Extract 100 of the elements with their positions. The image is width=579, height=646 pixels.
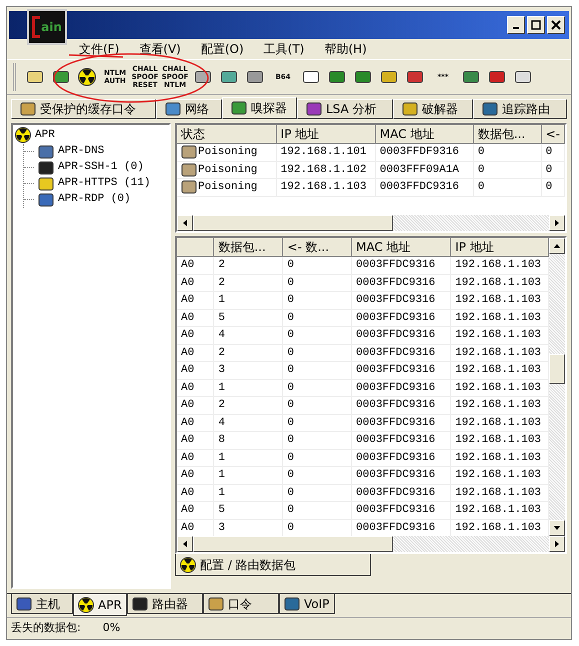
tree-item[interactable]: APR-RDP (0) (58, 191, 131, 208)
column-header[interactable]: 数据包... (214, 238, 283, 256)
table-cell: 0003FFDC9316 (352, 256, 451, 274)
scroll-arrow-button[interactable] (549, 536, 565, 552)
arrow-icon (181, 540, 189, 548)
table-cell: 0 (282, 256, 352, 274)
tree-item-icon (38, 176, 54, 190)
scrollbar-thumb[interactable] (193, 215, 393, 231)
table-cell: 0 (541, 161, 564, 178)
table-cell: 0003FFDC9316 (352, 396, 451, 414)
status-text: Poisoning (198, 180, 258, 195)
table-cell: A0 (177, 256, 214, 274)
tree-item[interactable]: APR-SSH-1 (0) (58, 159, 144, 176)
tab[interactable]: APR (73, 594, 127, 616)
menu-item[interactable]: 文件(F) (75, 40, 124, 58)
table-cell: 3 (214, 362, 283, 379)
scrollbar-thumb[interactable] (193, 536, 393, 552)
arrow-icon (181, 219, 189, 227)
tab-icon (231, 101, 247, 115)
scroll-arrow-button[interactable] (549, 238, 565, 254)
table-cell: 1 (214, 379, 283, 396)
table-cell: 0003FFDC9316 (352, 432, 451, 449)
tab[interactable]: 路由器 (127, 594, 203, 614)
column-header[interactable]: IP 地址 (450, 238, 548, 256)
column-header[interactable]: 数据包... (473, 125, 542, 144)
menu-item[interactable]: 查看(V) (135, 40, 185, 58)
table-cell: 0 (282, 379, 352, 396)
table-cell: 0 (282, 274, 352, 292)
table-cell: 5 (214, 502, 283, 519)
table-cell: 192.168.1.103 (450, 432, 548, 449)
tab-icon (306, 102, 322, 116)
table-cell: 0003FFDC9316 (352, 502, 451, 519)
scroll-arrow-button[interactable] (549, 215, 565, 231)
table-cell: A0 (177, 379, 214, 396)
tree-item[interactable]: APR-HTTPS (11) (58, 175, 150, 192)
table-cell: 0003FFDC9316 (352, 292, 451, 309)
table-cell: A0 (177, 274, 214, 292)
tab-icon (402, 102, 418, 116)
column-header[interactable]: MAC 地址 (352, 238, 451, 256)
tree-item[interactable]: APR (35, 127, 55, 144)
table-cell: 0003FFDC9316 (352, 309, 451, 326)
table-cell: 0003FFDC9316 (352, 466, 451, 484)
table-cell: A0 (177, 292, 214, 309)
tree-item-icon (38, 144, 54, 158)
tab[interactable]: 追踪路由 (473, 99, 567, 119)
table-cell: 0 (282, 326, 352, 344)
table-cell: 0003FFDC9316 (352, 274, 451, 292)
table-cell: 192.168.1.103 (450, 396, 548, 414)
table-cell: A0 (177, 484, 214, 502)
table-cell: 0003FFDC9316 (352, 449, 451, 466)
status-value: 0% (102, 620, 120, 636)
table-cell: 0 (282, 362, 352, 379)
minimize-button[interactable] (507, 16, 525, 34)
table-cell: 0003FFDC9316 (352, 379, 451, 396)
table-cell: 192.168.1.103 (450, 344, 548, 362)
scroll-arrow-button[interactable] (177, 536, 193, 552)
table-cell: 192.168.1.103 (450, 449, 548, 466)
table-cell: A0 (177, 449, 214, 466)
scroll-arrow-button[interactable] (549, 520, 565, 536)
table-cell: 192.168.1.103 (450, 309, 548, 326)
tab[interactable]: 破解器 (393, 99, 473, 119)
tab[interactable]: 口令 (203, 594, 279, 614)
table-cell: 192.168.1.103 (450, 326, 548, 344)
column-header[interactable]: MAC 地址 (375, 125, 474, 144)
app-logo: ain (27, 9, 67, 45)
column-header[interactable]: 状态 (177, 125, 276, 144)
minimize-icon (513, 27, 519, 29)
tab[interactable]: LSA 分析 (297, 99, 393, 119)
tab[interactable]: 嗅探器 (222, 97, 297, 119)
tab[interactable]: VoIP (279, 594, 335, 614)
tree-item-icon (38, 160, 54, 174)
arrow-icon (553, 219, 561, 227)
table-cell: 2 (214, 344, 283, 362)
radiation-icon (15, 127, 31, 144)
table-cell: 192.168.1.101 (276, 144, 376, 161)
tab[interactable]: 网络 (156, 99, 222, 119)
column-header[interactable]: IP 地址 (276, 125, 376, 144)
table-cell: A0 (177, 344, 214, 362)
table-cell: 0 (541, 178, 564, 196)
table-cell: 192.168.1.103 (450, 256, 548, 274)
column-header[interactable]: <- 数... (282, 238, 352, 256)
column-header[interactable]: <- (541, 125, 564, 144)
scroll-arrow-button[interactable] (177, 215, 193, 231)
tab[interactable]: 受保护的缓存口令 (11, 99, 156, 119)
tab-icon (132, 596, 148, 610)
tab[interactable]: 配置 / 路由数据包 (175, 554, 371, 576)
tree-item[interactable]: APR-DNS (58, 143, 104, 160)
menu-item[interactable]: 帮助(H) (320, 40, 371, 58)
table-cell: 4 (214, 326, 283, 344)
maximize-button[interactable] (527, 16, 545, 34)
scrollbar-thumb[interactable] (549, 354, 565, 384)
table-cell: 1 (214, 484, 283, 502)
maximize-icon (531, 20, 541, 30)
menu-item[interactable]: 工具(T) (260, 40, 308, 58)
close-button[interactable] (547, 16, 565, 34)
tab[interactable]: 主机 (11, 594, 73, 614)
column-header[interactable] (177, 238, 214, 256)
menu-item[interactable]: 配置(O) (196, 40, 248, 58)
table-cell: 4 (214, 414, 283, 432)
table-cell: 192.168.1.103 (450, 274, 548, 292)
